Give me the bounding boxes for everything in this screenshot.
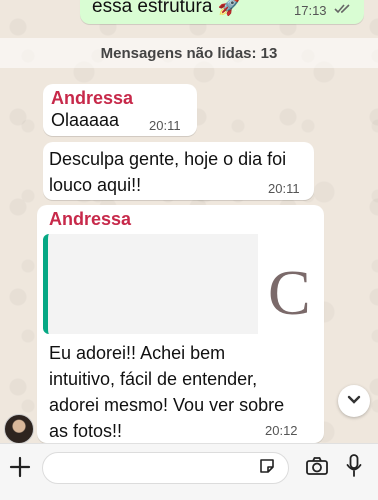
quoted-message[interactable] [43, 234, 264, 334]
message-text-line: Eu adorei!! Achei bem [49, 343, 226, 363]
message-text-line: louco aqui!! [49, 175, 142, 195]
message-text: Olaaaaa [51, 110, 120, 130]
sender-name: Andressa [49, 209, 132, 229]
sender-name: Andressa [51, 88, 134, 108]
message-time: 20:11 [149, 118, 181, 133]
incoming-message[interactable]: Desculpa gente, hoje o dia foi louco aqu… [43, 142, 314, 200]
thumbnail-letter: C [268, 257, 311, 328]
unread-messages-banner: Mensagens não lidas: 13 [0, 38, 378, 68]
message-text: essa estrutura 🚀 [92, 0, 242, 17]
message-time: 20:12 [265, 423, 298, 438]
quoted-image-thumbnail[interactable]: C [258, 234, 318, 334]
sticker-icon[interactable] [257, 456, 277, 476]
microphone-icon[interactable] [344, 453, 364, 479]
plus-icon[interactable] [8, 455, 32, 479]
camera-icon[interactable] [303, 454, 331, 478]
message-body: Eu adorei!! Achei bem intuitivo, fácil d… [49, 340, 284, 444]
message-time: 17:13 [294, 3, 327, 18]
sender-avatar[interactable] [4, 414, 34, 444]
message-time: 20:11 [268, 181, 300, 196]
double-check-icon [334, 2, 352, 20]
message-text-line: adorei mesmo! Vou ver sobre [49, 395, 285, 415]
incoming-message[interactable]: Andressa Olaaaaa 20:11 [43, 84, 197, 136]
outgoing-message[interactable]: essa estrutura 🚀 17:13 [80, 0, 364, 24]
message-text-line: Desculpa gente, hoje o dia foi [49, 149, 287, 169]
scroll-to-bottom-button[interactable] [338, 385, 370, 417]
chevron-down-icon [347, 392, 361, 410]
message-input[interactable] [42, 452, 289, 484]
message-text-line: intuitivo, fácil de entender, [49, 369, 258, 389]
message-text-line: as fotos!! [49, 421, 123, 441]
